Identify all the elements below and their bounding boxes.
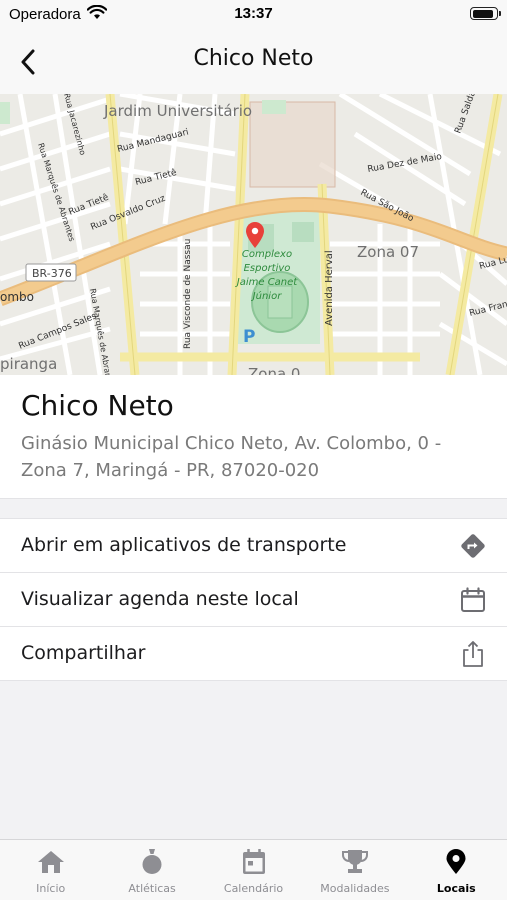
tab-bar: Início Atléticas Calendário Modalidades … (0, 839, 507, 900)
action-label: Abrir em aplicativos de transporte (21, 534, 347, 556)
map-label-herval: Avenida Herval (324, 250, 335, 326)
open-transport-apps-button[interactable]: Abrir em aplicativos de transporte (0, 519, 507, 573)
calendar-icon (203, 848, 304, 876)
calendar-icon (459, 586, 487, 614)
map-label-br376: BR-376 (32, 267, 72, 280)
tab-label: Calendário (223, 882, 284, 895)
status-bar: Operadora 13:37 (0, 0, 507, 30)
map-label-colombo: ombo (0, 290, 34, 304)
tab-atleticas[interactable]: Atléticas (101, 840, 202, 900)
tab-inicio[interactable]: Início (0, 840, 101, 900)
map-label-piranga: piranga (0, 355, 57, 373)
tab-label: Atléticas (128, 882, 176, 895)
status-time: 13:37 (234, 5, 273, 22)
map-label-zona07: Zona 07 (357, 243, 419, 261)
map-label-zona: Zona 0 (248, 365, 300, 375)
battery-icon (470, 7, 501, 20)
location-pin-icon (406, 848, 507, 876)
medal-icon (101, 848, 202, 876)
tab-label: Locais (436, 882, 476, 895)
action-label: Visualizar agenda neste local (21, 588, 299, 610)
actions-list: Abrir em aplicativos de transporte Visua… (0, 518, 507, 681)
tab-label: Início (36, 882, 66, 895)
share-icon (459, 640, 487, 668)
map-label-nassau: Rua Visconde de Nassau (183, 239, 193, 349)
place-address: Ginásio Municipal Chico Neto, Av. Colomb… (21, 433, 442, 481)
home-icon (0, 848, 101, 876)
location-map[interactable]: Jardim Universitário Zona 07 Zona 0 BR-3… (0, 94, 507, 375)
place-name: Chico Neto (21, 389, 174, 422)
map-label-complexo: Esportivo (244, 263, 291, 274)
share-button[interactable]: Compartilhar (0, 627, 507, 681)
tab-label: Modalidades (320, 882, 390, 895)
map-label-complexo: Complexo (242, 249, 292, 260)
directions-icon (459, 532, 487, 560)
map-label-complexo: Jaime Canet (235, 277, 299, 288)
navigation-bar: Chico Neto (0, 30, 507, 94)
parking-icon: P (243, 327, 255, 347)
tab-modalidades[interactable]: Modalidades (304, 840, 405, 900)
map-label-complexo: Júnior (251, 290, 283, 302)
trophy-icon (304, 848, 405, 876)
action-label: Compartilhar (21, 642, 146, 664)
page-title: Chico Neto (193, 46, 314, 71)
tab-locais[interactable]: Locais (406, 840, 507, 900)
map-label-jardim: Jardim Universitário (103, 102, 252, 120)
place-info-card: Chico Neto Ginásio Municipal Chico Neto,… (0, 375, 507, 499)
view-schedule-button[interactable]: Visualizar agenda neste local (0, 573, 507, 627)
tab-calendario[interactable]: Calendário (203, 840, 304, 900)
